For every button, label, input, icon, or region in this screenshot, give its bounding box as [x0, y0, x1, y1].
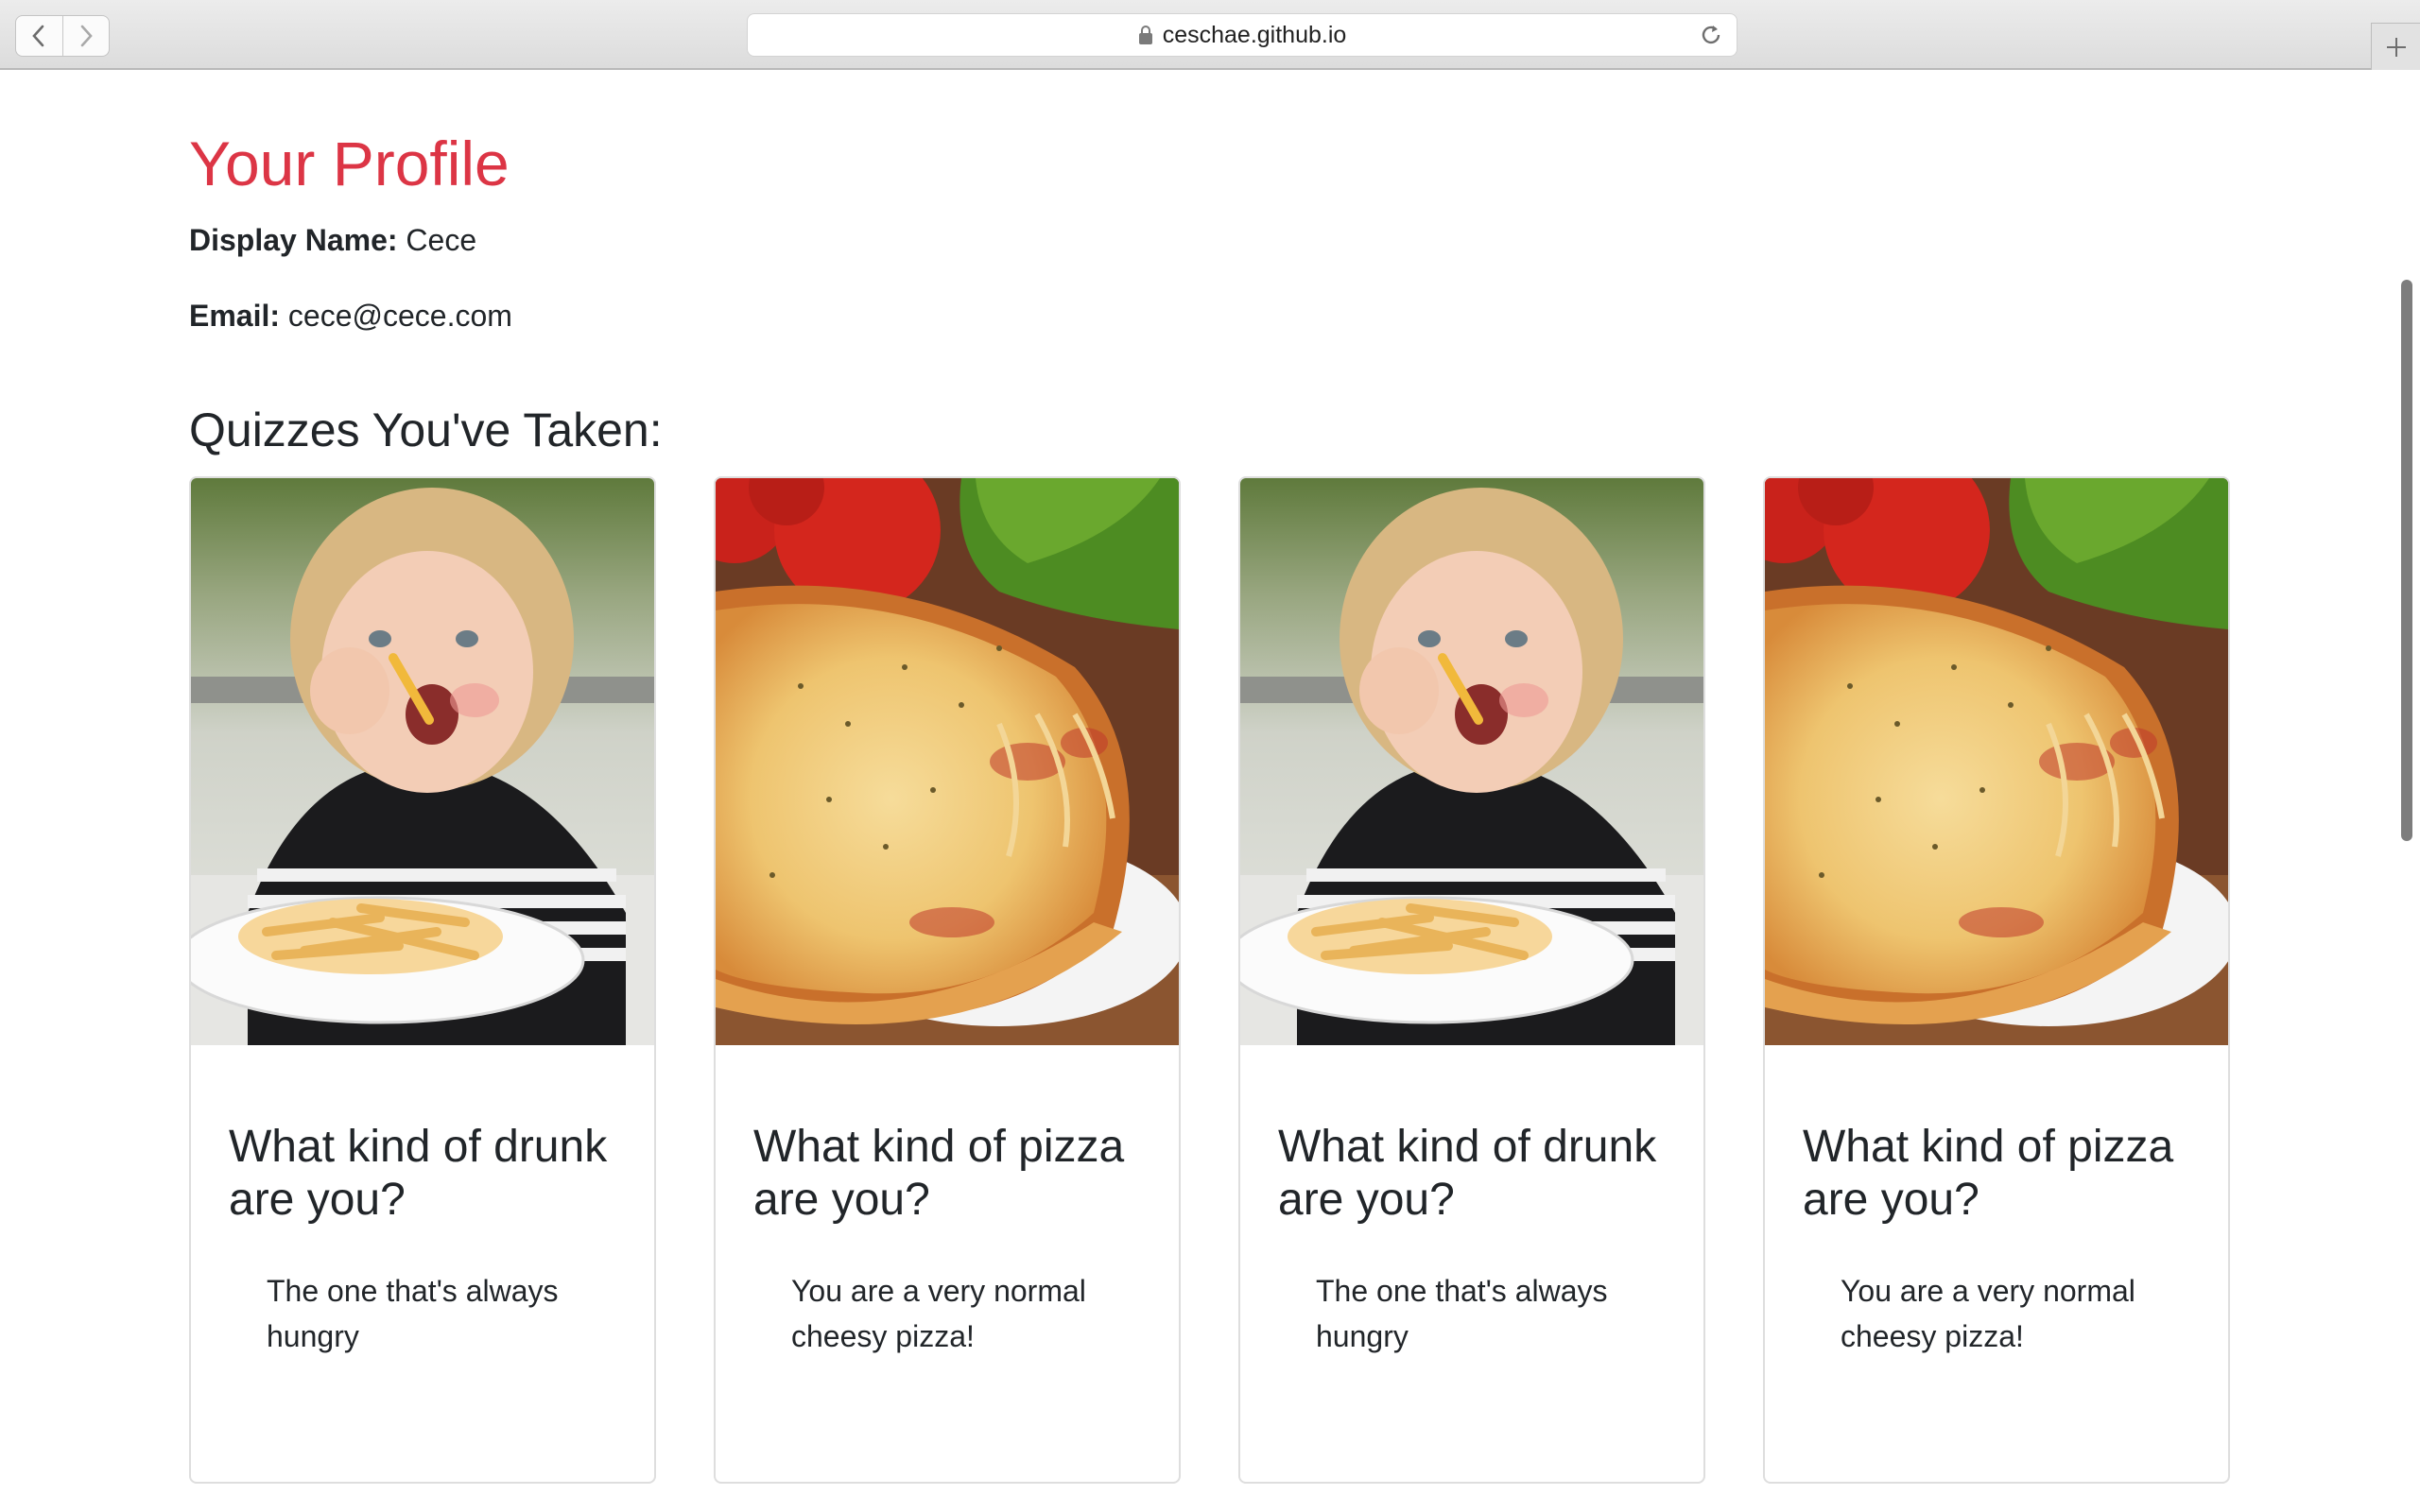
- history-navigation: [15, 15, 110, 57]
- quiz-card-result: The one that's always hungry: [267, 1274, 559, 1353]
- forward-button[interactable]: [61, 16, 110, 56]
- quiz-card-title: What kind of drunk are you?: [1278, 1122, 1657, 1225]
- display-name-row: Display Name: Cece: [189, 225, 476, 255]
- quiz-card-title: What kind of drunk are you?: [229, 1122, 608, 1225]
- quiz-card[interactable]: What kind of pizza are you? You are a ve…: [1763, 476, 2230, 1484]
- profile-page: Your Profile Display Name: Cece Email: c…: [0, 70, 2420, 1512]
- quiz-card-result: The one that's always hungry: [1316, 1274, 1608, 1353]
- quizzes-heading: Quizzes You've Taken:: [189, 404, 663, 456]
- display-name-label: Display Name:: [189, 223, 398, 257]
- chevron-left-icon: [32, 25, 44, 47]
- quiz-card[interactable]: What kind of drunk are you? The one that…: [189, 476, 656, 1484]
- cheese-pizza-photo: [1765, 478, 2228, 1045]
- quiz-card-result: You are a very normal cheesy pizza!: [1841, 1274, 2135, 1353]
- quiz-card-image: [1240, 478, 1703, 1045]
- email-row: Email: cece@cece.com: [189, 301, 512, 331]
- page-scrollbar[interactable]: [2392, 70, 2420, 1512]
- back-button[interactable]: [16, 16, 62, 56]
- display-name-value: Cece: [406, 223, 477, 257]
- quiz-card-image: [716, 478, 1179, 1045]
- quiz-card-title: What kind of pizza are you?: [753, 1122, 1125, 1225]
- email-label: Email:: [189, 299, 281, 333]
- quiz-card-image: [191, 478, 654, 1045]
- quiz-card[interactable]: What kind of drunk are you? The one that…: [1238, 476, 1705, 1484]
- girl-eating-fries-photo: [191, 478, 654, 1045]
- quiz-card[interactable]: What kind of pizza are you? You are a ve…: [714, 476, 1181, 1484]
- url-text: ceschae.github.io: [1162, 21, 1347, 48]
- address-bar[interactable]: ceschae.github.io: [747, 13, 1737, 57]
- plus-icon: [2386, 37, 2406, 57]
- girl-eating-fries-photo: [1240, 478, 1703, 1045]
- scrollbar-thumb[interactable]: [2401, 280, 2412, 841]
- page-title: Your Profile: [189, 129, 510, 198]
- lock-icon: [1138, 26, 1152, 44]
- quiz-card-result: You are a very normal cheesy pizza!: [791, 1274, 1086, 1353]
- email-value: cece@cece.com: [287, 299, 512, 333]
- quiz-card-image: [1765, 478, 2228, 1045]
- browser-toolbar: ceschae.github.io: [0, 0, 2420, 70]
- quiz-card-title: What kind of pizza are you?: [1803, 1122, 2174, 1225]
- chevron-right-icon: [80, 25, 93, 47]
- reload-icon[interactable]: [1699, 23, 1723, 47]
- cheese-pizza-photo: [716, 478, 1179, 1045]
- new-tab-button[interactable]: [2371, 23, 2420, 70]
